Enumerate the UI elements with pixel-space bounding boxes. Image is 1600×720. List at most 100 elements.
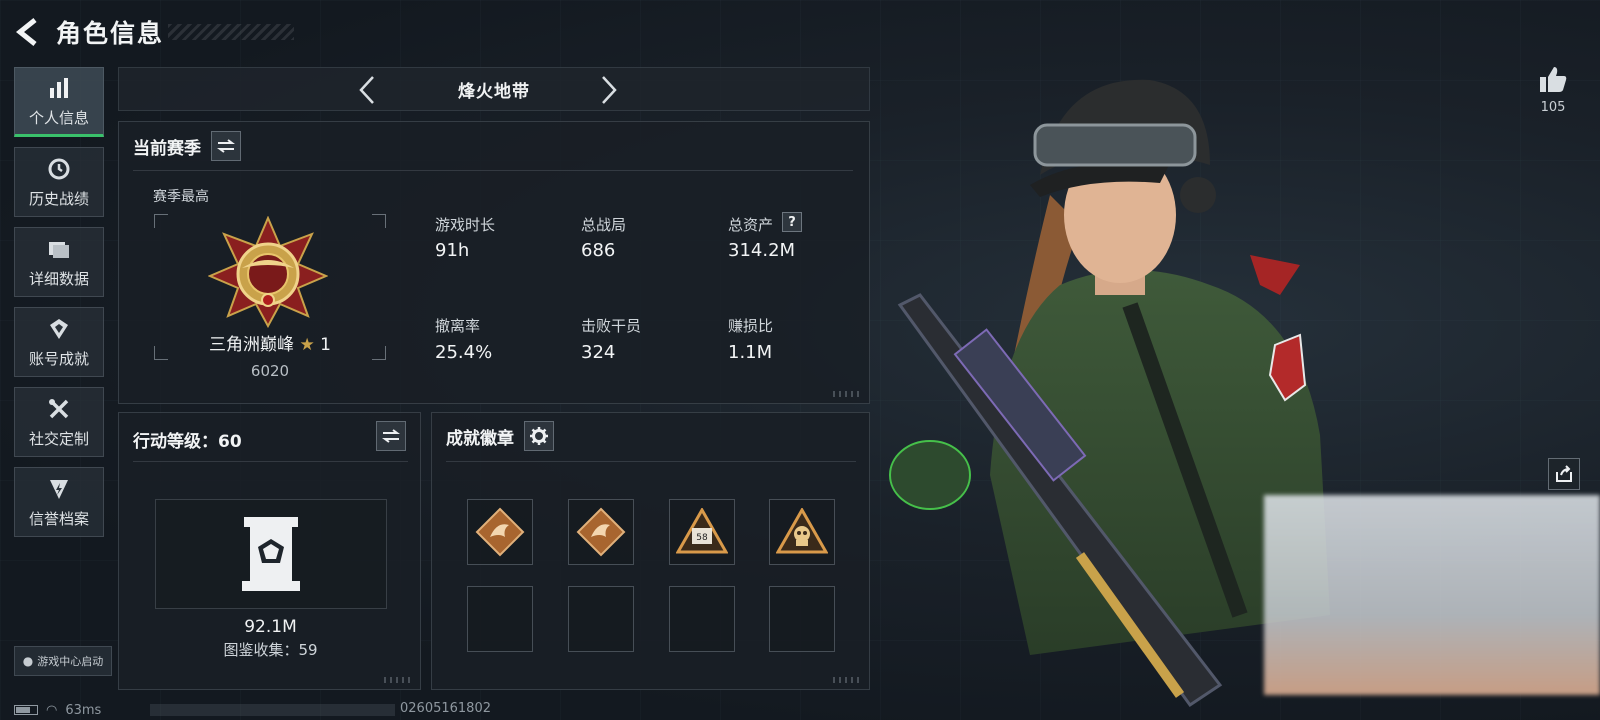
mode-title: 烽火地带 <box>458 81 530 102</box>
nav-item-personal-info[interactable]: 个人信息 <box>14 67 104 137</box>
action-level-panel: 行动等级：60 92.1M 图鉴收集：59 <box>118 412 421 690</box>
nav-label: 历史战绩 <box>28 189 89 208</box>
stat-value-total-matches: 686 <box>581 240 616 261</box>
badges-panel-header: 成就徽章 <box>446 421 554 451</box>
badges-title: 成就徽章 <box>446 428 514 449</box>
stat-label-total-matches: 总战局 <box>581 216 627 234</box>
rank-score: 6020 <box>250 362 290 380</box>
title-decoration <box>168 24 295 40</box>
blurred-overlay <box>1264 495 1600 695</box>
like-count: 105 <box>1540 100 1566 115</box>
nav-label: 详细数据 <box>28 269 89 288</box>
history-icon <box>46 156 72 182</box>
character-glove <box>889 440 971 510</box>
mode-prev-button[interactable] <box>351 74 383 106</box>
nav-item-detailed-data[interactable]: 详细数据 <box>14 227 104 297</box>
nav-label: 账号成就 <box>28 349 89 368</box>
stat-label-profit-loss: 赚损比 <box>728 317 774 335</box>
divider <box>446 461 856 462</box>
dragon-badge-icon <box>576 507 626 557</box>
skull-badge-icon <box>776 508 828 554</box>
badge-slot-empty[interactable] <box>568 586 634 652</box>
gear-icon <box>530 427 548 445</box>
stat-label-total-assets: 总资产 <box>728 216 774 234</box>
season-panel-header: 当前赛季 <box>133 131 241 161</box>
nav-label: 个人信息 <box>28 108 89 127</box>
nav-label: 社交定制 <box>28 429 89 448</box>
tools-icon <box>46 396 72 422</box>
switch-icon <box>382 429 400 443</box>
like-button[interactable]: 105 <box>1538 64 1568 115</box>
character-shoulder-decoration <box>1250 255 1300 295</box>
chevron-right-icon <box>602 76 617 104</box>
player-uid: 02605161802 <box>400 701 491 716</box>
thumbs-up-icon <box>1540 67 1567 92</box>
stat-value-total-assets: 314.2M <box>728 240 796 261</box>
achievement-icon <box>46 316 72 342</box>
wifi-icon: ◠ <box>46 702 58 718</box>
nav-item-history[interactable]: 历史战绩 <box>14 147 104 217</box>
nav-item-achievements[interactable]: 账号成就 <box>14 307 104 377</box>
panel-corner-decoration <box>833 391 863 397</box>
badge-slot-empty[interactable] <box>467 586 533 652</box>
back-button[interactable] <box>14 14 42 50</box>
ping-value: 63ms <box>65 702 102 718</box>
launch-label: 游戏中心启动 <box>37 655 104 668</box>
stat-label-operators-killed: 击败干员 <box>581 317 642 335</box>
badge-slot-1[interactable] <box>467 499 533 565</box>
badge-settings-button[interactable] <box>524 421 554 451</box>
divider <box>133 170 853 171</box>
frame-corner <box>372 214 386 228</box>
stat-label-extraction-rate: 撤离率 <box>435 317 481 335</box>
collection-frame[interactable] <box>155 499 387 609</box>
status-footer: ◠ 63ms <box>14 700 101 720</box>
divider <box>133 461 408 462</box>
chevron-left-icon <box>359 76 374 104</box>
badge-slot-2[interactable] <box>568 499 634 565</box>
panel-corner-decoration <box>833 677 863 683</box>
dragon-badge-icon <box>475 507 525 557</box>
season-title: 当前赛季 <box>133 138 201 159</box>
frame-corner <box>154 214 168 228</box>
rank-medal-icon <box>208 216 328 328</box>
nav-item-reputation[interactable]: 信誉档案 <box>14 467 104 537</box>
share-icon <box>1556 465 1572 482</box>
character-goggles <box>1033 123 1197 167</box>
star-icon: ★ <box>299 335 315 355</box>
collection-label: 图鉴收集：59 <box>223 641 318 659</box>
nav-item-social-custom[interactable]: 社交定制 <box>14 387 104 457</box>
bar-chart-icon <box>46 75 72 101</box>
game-center-launch-button[interactable]: ● 游戏中心启动 <box>14 646 112 676</box>
side-nav: 个人信息 历史战绩 详细数据 账号成就 社交定制 信誉档案 <box>14 67 106 547</box>
badge-slot-4[interactable] <box>769 499 835 565</box>
season-switch-button[interactable] <box>211 131 241 161</box>
badge-slot-empty[interactable] <box>669 586 735 652</box>
number-58-badge-icon: 58 <box>676 508 728 554</box>
back-arrow-icon <box>15 18 37 46</box>
stat-label-playtime: 游戏时长 <box>435 216 496 234</box>
rank-display: 三角洲巅峰 ★ 1 <box>154 214 386 360</box>
share-button[interactable] <box>1548 458 1580 490</box>
badge-slot-empty[interactable] <box>769 586 835 652</box>
level-switch-button[interactable] <box>376 421 406 451</box>
season-best-label: 赛季最高 <box>153 189 209 205</box>
rank-stars: 1 <box>320 335 331 355</box>
action-level-title: 行动等级：60 <box>133 432 242 452</box>
nav-label: 信誉档案 <box>28 509 89 528</box>
folder-icon <box>46 236 72 262</box>
battery-icon <box>14 705 38 715</box>
reputation-icon <box>46 476 72 502</box>
panel-corner-decoration <box>384 677 414 683</box>
mode-selector: 烽火地带 <box>118 67 870 111</box>
header: 角色信息 <box>14 14 295 50</box>
help-icon[interactable]: ? <box>782 212 802 232</box>
badge-slot-3[interactable]: 58 <box>669 499 735 565</box>
character-earpiece <box>1180 177 1216 213</box>
stat-value-playtime: 91h <box>435 240 470 261</box>
page-title: 角色信息 <box>56 19 165 48</box>
stat-value-profit-loss: 1.1M <box>728 342 773 363</box>
rank-name-row: 三角洲巅峰 ★ 1 <box>154 330 386 355</box>
mode-next-button[interactable] <box>593 74 625 106</box>
stat-value-operators-killed: 324 <box>581 342 616 363</box>
collection-vault-icon <box>242 517 300 591</box>
